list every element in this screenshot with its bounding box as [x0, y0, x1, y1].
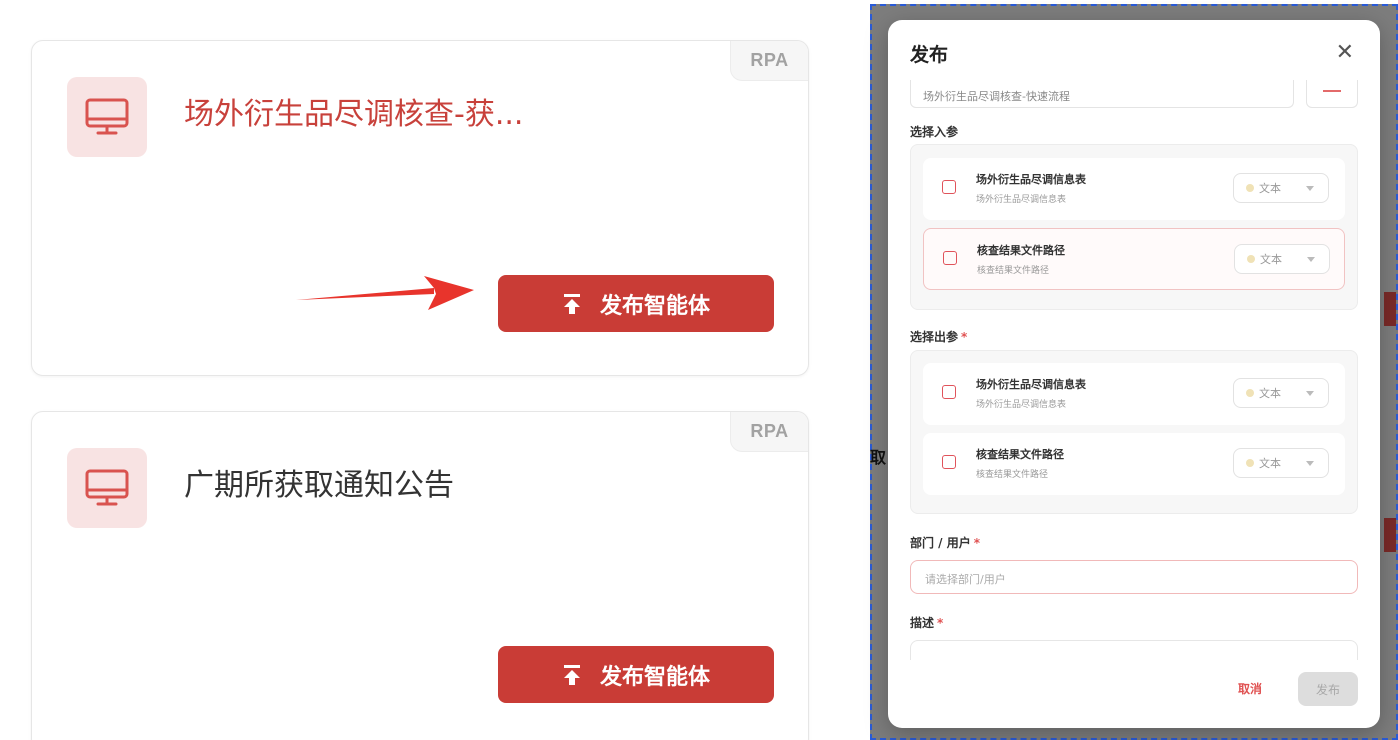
input-param-row[interactable]: 场外衍生品尽调信息表 场外衍生品尽调信息表 文本 [923, 158, 1345, 220]
minus-icon [1323, 90, 1341, 92]
type-dot-icon [1246, 184, 1254, 192]
background-button-edge [1384, 518, 1396, 552]
output-param-row[interactable]: 场外衍生品尽调信息表 场外衍生品尽调信息表 文本 [923, 363, 1345, 425]
param-type-value: 文本 [1260, 253, 1282, 266]
inputs-label-text: 选择入参 [910, 125, 959, 139]
output-param-row[interactable]: 核查结果文件路径 核查结果文件路径 文本 [923, 433, 1345, 495]
pointer-arrow-icon [296, 276, 474, 310]
outputs-label-text: 选择出参 [910, 330, 959, 344]
publish-agent-label: 发布智能体 [599, 664, 710, 690]
param-type-select[interactable]: 文本 [1234, 244, 1330, 274]
param-desc: 场外衍生品尽调信息表 [976, 195, 1067, 205]
rpa-tag: RPA [730, 412, 808, 452]
cancel-button[interactable]: 取消 [1238, 680, 1262, 697]
param-type-value: 文本 [1259, 182, 1281, 195]
param-type-value: 文本 [1259, 387, 1281, 400]
param-type-value: 文本 [1259, 457, 1281, 470]
modal-title: 发布 [910, 44, 949, 66]
outputs-label: 选择出参 * [910, 328, 967, 345]
param-desc: 核查结果文件路径 [977, 266, 1050, 276]
param-type-select[interactable]: 文本 [1233, 173, 1329, 203]
param-name: 核查结果文件路径 [976, 448, 1064, 461]
workflow-input[interactable]: 场外衍生品尽调核查-快速流程 [910, 80, 1294, 108]
required-mark: * [961, 330, 968, 344]
screen: RPA 场外衍生品尽调核查-获... 发布智能体 RPA 广期所获取通知公告 发… [0, 0, 1398, 740]
type-dot-icon [1246, 389, 1254, 397]
chevron-down-icon [1306, 461, 1314, 466]
card-title[interactable]: 广期所获取通知公告 [184, 464, 454, 508]
param-checkbox[interactable] [942, 385, 956, 399]
card-title[interactable]: 场外衍生品尽调核查-获... [184, 93, 523, 137]
publish-modal: 发布 ✕ 场外衍生品尽调核查-快速流程 选择入参 场外衍生品尽调信息表 场外衍生… [888, 20, 1380, 728]
type-dot-icon [1247, 255, 1255, 263]
agent-card-1[interactable]: RPA 场外衍生品尽调核查-获... 发布智能体 [31, 40, 809, 376]
dept-user-input[interactable]: 请选择部门/用户 [910, 560, 1358, 594]
upload-icon [563, 293, 580, 314]
publish-agent-label: 发布智能体 [599, 293, 710, 319]
chevron-down-icon [1307, 257, 1315, 262]
background-text-edge: 取 [870, 448, 887, 467]
param-checkbox[interactable] [942, 180, 956, 194]
monitor-icon [67, 77, 147, 157]
param-name: 场外衍生品尽调信息表 [976, 378, 1086, 391]
agent-card-2[interactable]: RPA 广期所获取通知公告 发布智能体 [31, 411, 809, 740]
param-checkbox[interactable] [942, 455, 956, 469]
param-desc: 核查结果文件路径 [976, 470, 1049, 480]
param-type-select[interactable]: 文本 [1233, 448, 1329, 478]
param-name: 场外衍生品尽调信息表 [976, 173, 1086, 186]
monitor-icon [67, 448, 147, 528]
description-label: 描述 * [910, 614, 943, 631]
chevron-down-icon [1306, 391, 1314, 396]
required-mark: * [937, 616, 944, 630]
workflow-action-button[interactable] [1306, 80, 1358, 108]
publish-agent-button[interactable]: 发布智能体 [498, 275, 774, 332]
param-name: 核查结果文件路径 [977, 244, 1065, 257]
inputs-label: 选择入参 [910, 123, 958, 140]
inputs-panel: 场外衍生品尽调信息表 场外衍生品尽调信息表 文本 核查结果文件路径 核查结果文件… [910, 144, 1358, 310]
required-mark: * [973, 536, 981, 550]
param-type-select[interactable]: 文本 [1233, 378, 1329, 408]
chevron-down-icon [1306, 186, 1314, 191]
param-desc: 场外衍生品尽调信息表 [976, 400, 1067, 410]
param-checkbox[interactable] [943, 251, 957, 265]
dept-label-text: 部门 / 用户 [910, 536, 971, 550]
upload-icon [563, 664, 580, 685]
input-param-row[interactable]: 核查结果文件路径 核查结果文件路径 文本 [923, 228, 1345, 290]
description-label-text: 描述 [910, 616, 935, 630]
submit-publish-button[interactable]: 发布 [1298, 672, 1358, 706]
description-input[interactable] [910, 640, 1358, 660]
publish-agent-button[interactable]: 发布智能体 [498, 646, 774, 703]
close-icon[interactable]: ✕ [1336, 40, 1354, 65]
dept-label: 部门 / 用户 * [910, 534, 980, 551]
outputs-panel: 场外衍生品尽调信息表 场外衍生品尽调信息表 文本 核查结果文件路径 核查结果文件… [910, 350, 1358, 514]
rpa-tag: RPA [730, 41, 808, 81]
background-button-edge [1384, 292, 1396, 326]
type-dot-icon [1246, 459, 1254, 467]
